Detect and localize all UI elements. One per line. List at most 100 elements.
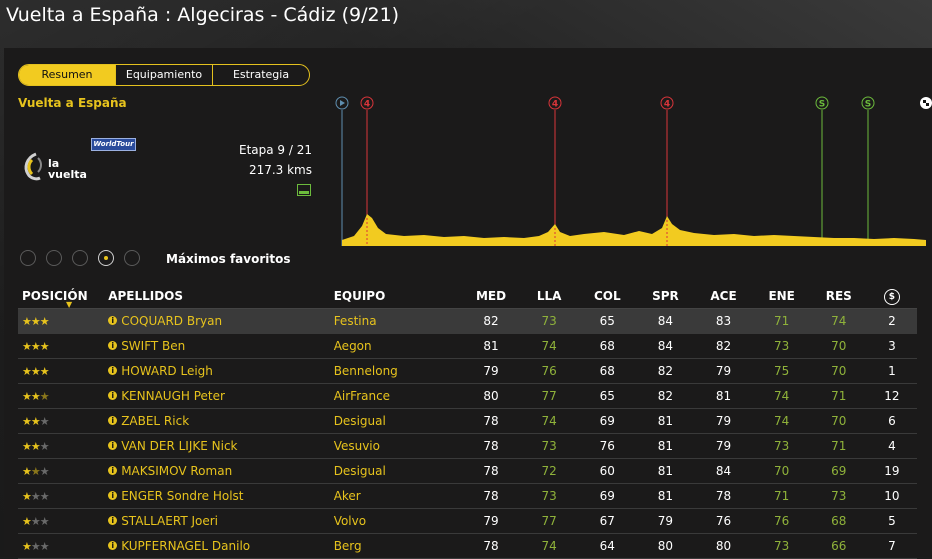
svg-text:4: 4 xyxy=(364,100,370,110)
info-icon[interactable]: i xyxy=(108,316,118,325)
stat-ace: 81 xyxy=(694,383,753,409)
stat-spr: 81 xyxy=(636,458,695,484)
stat-res: 71 xyxy=(810,433,867,459)
header-equipo[interactable]: EQUIPO xyxy=(333,284,462,309)
stat-col: 65 xyxy=(578,308,637,334)
header-apellidos[interactable]: APELLIDOS xyxy=(108,284,334,309)
rider-team[interactable]: Berg xyxy=(333,533,462,559)
header-ene[interactable]: ENE xyxy=(752,284,811,309)
header-col[interactable]: COL xyxy=(578,284,637,309)
filter-option-1[interactable] xyxy=(20,250,36,266)
stat-col: 69 xyxy=(578,408,637,434)
stat-spr: 82 xyxy=(636,358,695,384)
rider-team[interactable]: Aker xyxy=(333,483,462,509)
info-icon[interactable]: i xyxy=(108,366,118,375)
stat-col: 67 xyxy=(578,508,637,534)
table-row[interactable]: ★★★ i MAKSIMOV Roman Desigual 78 72 60 81 84 70 69… xyxy=(18,458,917,484)
info-icon[interactable]: i xyxy=(108,441,118,450)
rider-name[interactable]: i SWIFT Ben xyxy=(108,333,334,359)
star-icon: ★ xyxy=(30,315,41,328)
rider-name[interactable]: i ENGER Sondre Holst xyxy=(108,483,334,509)
stat-lla: 74 xyxy=(520,408,579,434)
header-med[interactable]: MED xyxy=(461,284,521,309)
rider-team[interactable]: Desigual xyxy=(333,458,462,484)
info-icon[interactable]: i xyxy=(108,516,118,525)
rider-team[interactable]: AirFrance xyxy=(333,383,462,409)
stat-med: 79 xyxy=(461,358,521,384)
tab-estrategia[interactable]: Estrategia xyxy=(213,65,309,85)
rider-name[interactable]: i KUPFERNAGEL Danilo xyxy=(108,533,334,559)
filter-option-2[interactable] xyxy=(46,250,62,266)
rider-team[interactable]: Festina xyxy=(333,308,462,334)
star-icon: ★ xyxy=(22,490,32,503)
stat-spr: 80 xyxy=(636,533,695,559)
star-icon: ★ xyxy=(22,315,32,328)
stat-res: 74 xyxy=(810,308,867,334)
race-name: Vuelta a España xyxy=(18,96,127,110)
stat-ene: 74 xyxy=(752,383,811,409)
stat-med: 78 xyxy=(461,433,521,459)
stat-salary: 7 xyxy=(866,533,917,559)
rider-name[interactable]: i VAN DER LIJKE Nick xyxy=(108,433,334,459)
tab-resumen[interactable]: Resumen xyxy=(19,65,116,85)
info-icon[interactable]: i xyxy=(108,466,118,475)
rider-name[interactable]: i HOWARD Leigh xyxy=(108,358,334,384)
stat-col: 68 xyxy=(578,333,637,359)
stat-ene: 71 xyxy=(752,483,811,509)
table-row[interactable]: ★★★ i KUPFERNAGEL Danilo Berg 78 74 64 80 80 73 66… xyxy=(18,533,917,559)
star-icon: ★ xyxy=(39,490,50,503)
table-row[interactable]: ★★★ i ENGER Sondre Holst Aker 78 73 69 81 78 71 73… xyxy=(18,483,917,509)
info-icon[interactable]: i xyxy=(108,416,118,425)
table-row[interactable]: ★★★ i SWIFT Ben Aegon 81 74 68 84 82 73 70 3 xyxy=(18,333,917,359)
info-icon[interactable]: i xyxy=(108,541,118,550)
stat-col: 69 xyxy=(578,483,637,509)
rating-stars: ★★★ xyxy=(18,308,109,334)
stat-col: 68 xyxy=(578,358,637,384)
rider-name[interactable]: i STALLAERT Joeri xyxy=(108,508,334,534)
header-salary[interactable]: $ xyxy=(866,284,917,309)
climb-category-icon: 4 xyxy=(660,96,674,110)
stat-salary: 12 xyxy=(866,383,917,409)
info-icon[interactable]: i xyxy=(108,491,118,500)
rider-team[interactable]: Bennelong xyxy=(333,358,462,384)
header-res[interactable]: RES xyxy=(810,284,867,309)
header-ace[interactable]: ACE xyxy=(694,284,753,309)
rating-stars: ★★★ xyxy=(18,408,109,434)
table-row[interactable]: ★★★ i ZABEL Rick Desigual 78 74 69 81 79 74 70 6 xyxy=(18,408,917,434)
table-row[interactable]: ★★★ i COQUARD Bryan Festina 82 73 65 84 83 71 74 2 xyxy=(18,308,917,334)
rider-team[interactable]: Aegon xyxy=(333,333,462,359)
rider-name[interactable]: i ZABEL Rick xyxy=(108,408,334,434)
star-icon: ★ xyxy=(39,390,50,403)
info-icon[interactable]: i xyxy=(108,391,118,400)
filter-option-4[interactable] xyxy=(98,250,114,266)
header-spr[interactable]: SPR xyxy=(636,284,695,309)
filter-option-3[interactable] xyxy=(72,250,88,266)
rating-stars: ★★★ xyxy=(18,433,109,459)
rider-name[interactable]: i COQUARD Bryan xyxy=(108,308,334,334)
rider-name[interactable]: i KENNAUGH Peter xyxy=(108,383,334,409)
rider-name-text: MAKSIMOV Roman xyxy=(121,464,233,478)
stat-salary: 4 xyxy=(866,433,917,459)
rider-team[interactable]: Vesuvio xyxy=(333,433,462,459)
star-icon: ★ xyxy=(22,465,32,478)
rider-name[interactable]: i MAKSIMOV Roman xyxy=(108,458,334,484)
stat-salary: 2 xyxy=(866,308,917,334)
table-row[interactable]: ★★★ i VAN DER LIJKE Nick Vesuvio 78 73 76 81 79 7… xyxy=(18,433,917,459)
rating-stars: ★★★ xyxy=(18,358,109,384)
table-row[interactable]: ★★★ i HOWARD Leigh Bennelong 79 76 68 82 79 75 70 1 xyxy=(18,358,917,384)
svg-text:S: S xyxy=(865,100,871,110)
stat-salary: 1 xyxy=(866,358,917,384)
header-posicion[interactable]: POSICIÓN ▼ xyxy=(18,284,109,309)
header-posicion-label: POSICIÓN xyxy=(22,289,88,303)
stat-spr: 79 xyxy=(636,508,695,534)
rider-team[interactable]: Volvo xyxy=(333,508,462,534)
rider-team[interactable]: Desigual xyxy=(333,408,462,434)
table-row[interactable]: ★★★ i KENNAUGH Peter AirFrance 80 77 65 82 81 74 7… xyxy=(18,383,917,409)
header-lla[interactable]: LLA xyxy=(520,284,579,309)
table-row[interactable]: ★★★ i STALLAERT Joeri Volvo 79 77 67 79 76 76 68 5 xyxy=(18,508,917,534)
filter-option-5[interactable] xyxy=(124,250,140,266)
tab-equipamiento[interactable]: Equipamiento xyxy=(116,65,213,85)
start-marker-icon xyxy=(335,96,349,110)
info-icon[interactable]: i xyxy=(108,341,118,350)
window-title: Vuelta a España : Algeciras - Cádiz (9/2… xyxy=(6,4,400,26)
